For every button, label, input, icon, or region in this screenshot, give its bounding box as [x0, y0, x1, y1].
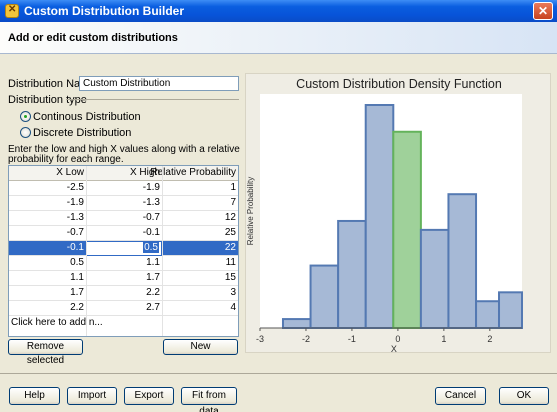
x-low-cell[interactable]: -1.3 [67, 212, 84, 223]
new-button[interactable]: New [163, 339, 238, 355]
continuous-label[interactable]: Continous Distribution [33, 111, 141, 123]
x-high-cell[interactable]: 2.7 [146, 302, 160, 313]
relative-probability-cell[interactable]: 25 [225, 227, 236, 238]
cancel-button[interactable]: Cancel [435, 387, 486, 405]
x-tick-label: 1 [441, 334, 446, 344]
histogram-bar [392, 130, 422, 330]
x-tick-label: 0 [395, 334, 400, 344]
new-label: New [190, 341, 211, 352]
export-button[interactable]: Export [124, 387, 174, 405]
column-divider [162, 166, 163, 336]
import-label: Import [77, 390, 107, 401]
distribution-name-input[interactable]: Custom Distribution [79, 76, 239, 91]
table-header: X Low X High Relative Probability [9, 166, 238, 181]
app-icon [5, 4, 19, 18]
table-row[interactable]: -0.7 -0.1 25 [9, 226, 238, 241]
x-low-cell[interactable]: 1.1 [70, 272, 84, 283]
column-header-x-low[interactable]: X Low [56, 167, 84, 178]
relative-probability-cell[interactable]: 7 [230, 197, 236, 208]
discrete-radio[interactable] [20, 127, 31, 138]
fit-from-data-button[interactable]: Fit from data [181, 387, 237, 412]
header-banner: Add or edit custom distributions [0, 22, 557, 54]
histogram-bar [281, 318, 312, 330]
relative-probability-cell[interactable]: 22 [225, 242, 236, 253]
histogram-bar [309, 264, 340, 329]
fit-from-data-label: Fit from data [192, 390, 226, 412]
x-high-cell[interactable]: -1.3 [143, 197, 160, 208]
table-row[interactable]: 0.5 1.1 11 [9, 256, 238, 271]
histogram-bar [498, 291, 524, 330]
x-tick-label: -2 [302, 334, 310, 344]
title-bar[interactable]: Custom Distribution Builder ✕ [0, 0, 557, 22]
export-label: Export [134, 390, 164, 401]
discrete-label[interactable]: Discrete Distribution [33, 127, 131, 139]
x-low-cell[interactable]: -2.5 [67, 182, 84, 193]
histogram-bar [475, 300, 501, 330]
window-title: Custom Distribution Builder [24, 4, 184, 18]
remove-selected-button[interactable]: Remove selected [8, 339, 83, 366]
x-low-cell[interactable]: 0.5 [70, 257, 84, 268]
table-row[interactable]: -1.3 -0.7 12 [9, 211, 238, 226]
ok-button[interactable]: OK [499, 387, 549, 405]
help-label: Help [24, 390, 45, 401]
table-row[interactable]: 1.1 1.7 15 [9, 271, 238, 286]
column-divider [86, 166, 87, 336]
x-low-cell[interactable]: -0.1 [67, 242, 84, 253]
table-row[interactable]: 1.7 2.2 3 [9, 286, 238, 301]
relative-probability-cell[interactable]: 4 [230, 302, 236, 313]
x-low-cell[interactable]: 2.2 [70, 302, 84, 313]
add-row-placeholder[interactable]: Click here to add n... [11, 317, 103, 328]
x-low-cell[interactable]: 1.7 [70, 287, 84, 298]
y-axis-label: Relative Probability [246, 177, 255, 245]
remove-selected-label: Remove selected [26, 341, 65, 366]
instructions-line-2: probability for each range. [8, 154, 124, 165]
header-text: Add or edit custom distributions [8, 32, 178, 44]
x-axis-label: X [391, 344, 397, 354]
x-high-cell[interactable]: 1.1 [146, 257, 160, 268]
footer-divider [0, 373, 557, 374]
table-row[interactable]: -1.9 -1.3 7 [9, 196, 238, 211]
distribution-type-label: Distribution type [8, 94, 87, 106]
x-high-cell[interactable]: -1.9 [143, 182, 160, 193]
density-chart-svg: Custom Distribution Density Function -3 -2… [246, 77, 524, 354]
ok-label: OK [516, 390, 532, 401]
x-high-cell[interactable]: 0.5 [143, 242, 159, 253]
x-low-cell[interactable]: -0.7 [67, 227, 84, 238]
help-button[interactable]: Help [9, 387, 60, 405]
histogram-bar [447, 193, 478, 329]
x-high-cell[interactable]: 2.2 [146, 287, 160, 298]
ranges-table[interactable]: X Low X High Relative Probability -2.5 -1… [8, 165, 239, 337]
x-low-cell[interactable]: -1.9 [67, 197, 84, 208]
import-button[interactable]: Import [67, 387, 117, 405]
group-divider [66, 99, 239, 100]
cancel-label: Cancel [444, 390, 477, 401]
x-high-cell[interactable]: -0.1 [143, 227, 160, 238]
table-row[interactable]: 2.2 2.7 4 [9, 301, 238, 316]
relative-probability-cell[interactable]: 15 [225, 272, 236, 283]
table-row[interactable]: -0.1 22 0.5 [9, 241, 238, 256]
x-tick-label: -3 [256, 334, 264, 344]
table-row[interactable]: -2.5 -1.9 1 [9, 181, 238, 196]
density-chart: Custom Distribution Density Function -3 -2… [245, 73, 551, 354]
chart-title: Custom Distribution Density Function [296, 77, 502, 91]
continuous-radio[interactable] [20, 111, 31, 122]
relative-probability-cell[interactable]: 11 [226, 257, 236, 268]
x-high-cell[interactable]: 1.7 [146, 272, 160, 283]
relative-probability-cell[interactable]: 1 [230, 182, 236, 193]
relative-probability-cell[interactable]: 3 [230, 287, 236, 298]
x-high-cell[interactable]: -0.7 [143, 212, 160, 223]
close-window-button[interactable]: ✕ [533, 2, 553, 20]
relative-probability-cell[interactable]: 12 [225, 212, 236, 223]
x-tick-label: -1 [348, 334, 356, 344]
column-header-relative-probability[interactable]: Relative Probability [150, 167, 236, 178]
histogram-bar [364, 104, 395, 329]
x-tick-label: 2 [487, 334, 492, 344]
x-high-edit-cell[interactable]: 0.5 [86, 241, 162, 256]
histogram-bar [419, 228, 450, 330]
histogram-bar [337, 219, 367, 330]
